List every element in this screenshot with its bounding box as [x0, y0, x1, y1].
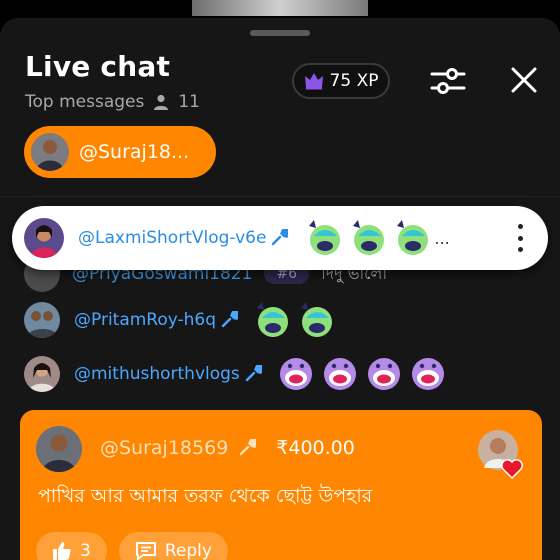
screaming-face-emoji	[367, 358, 400, 390]
chat-username[interactable]: @LaxmiShortVlog-v6e	[78, 228, 289, 248]
live-chat-panel: Live chat Top messages 11 75 XP @Suraj18…	[0, 18, 560, 560]
close-icon[interactable]	[508, 64, 540, 96]
super-chat-message: পাখির আর আমার তরফ থেকে ছোট্ট উপহার	[38, 485, 373, 507]
wrench-icon	[240, 439, 257, 456]
list-item: @PritamRoy-h6q	[24, 298, 336, 342]
more-options-icon[interactable]	[516, 224, 524, 252]
chat-username[interactable]: @PritamRoy-h6q	[74, 310, 239, 330]
laughing-face-emoji	[397, 220, 429, 255]
laughing-face-emoji	[257, 302, 289, 337]
laughing-face-emoji	[301, 302, 333, 337]
chat-mode-selector[interactable]: Top messages 11	[25, 92, 200, 112]
chat-mode-label: Top messages	[25, 92, 145, 112]
filter-settings-icon[interactable]	[430, 66, 466, 96]
viewer-count: 11	[178, 92, 200, 112]
wrench-icon	[272, 229, 289, 246]
avatar[interactable]	[24, 302, 60, 338]
pinned-superchat-chip[interactable]: @Suraj18...	[24, 126, 216, 178]
video-thumbnail[interactable]	[192, 0, 368, 16]
screaming-face-emoji	[323, 358, 356, 390]
wrench-icon	[245, 365, 262, 382]
list-item: @mithushorthvlogs	[24, 352, 448, 396]
reply-button[interactable]: Reply	[118, 532, 228, 560]
like-count: 3	[80, 541, 91, 560]
laughing-face-emoji	[353, 220, 385, 255]
reply-label: Reply	[164, 541, 212, 560]
xp-badge[interactable]: 75 XP	[292, 63, 390, 99]
thumbs-up-icon	[53, 542, 71, 560]
avatar[interactable]	[24, 218, 64, 258]
truncation-ellipsis: ...	[434, 228, 450, 248]
avatar[interactable]	[36, 426, 82, 472]
page-title: Live chat	[25, 50, 171, 83]
like-button[interactable]: 3	[36, 532, 107, 560]
video-strip	[0, 0, 560, 18]
laughing-face-emoji	[309, 220, 341, 255]
crown-icon	[304, 73, 323, 90]
xp-label: 75 XP	[329, 71, 379, 91]
person-icon	[154, 94, 169, 110]
super-chat-amount: ₹400.00	[276, 437, 355, 459]
drag-handle[interactable]	[250, 30, 310, 36]
avatar[interactable]	[24, 356, 60, 392]
screaming-face-emoji	[411, 358, 444, 390]
divider	[0, 196, 560, 197]
super-chat-header: @Suraj18569 ₹400.00	[100, 437, 355, 459]
comment-icon	[135, 542, 156, 560]
wrench-icon	[221, 311, 239, 328]
super-chat-card[interactable]: @Suraj18569 ₹400.00 পাখির আর আমার তরফ থে…	[20, 410, 542, 560]
chat-username[interactable]: @Suraj18569	[100, 437, 228, 459]
screaming-face-emoji	[279, 358, 312, 390]
highlighted-chat-message[interactable]: @LaxmiShortVlog-v6e ...	[12, 206, 548, 270]
pinned-username: @Suraj18...	[79, 141, 190, 163]
chat-username[interactable]: @mithushorthvlogs	[74, 364, 262, 384]
hearted-by-creator-icon	[478, 430, 523, 480]
avatar	[31, 133, 69, 171]
